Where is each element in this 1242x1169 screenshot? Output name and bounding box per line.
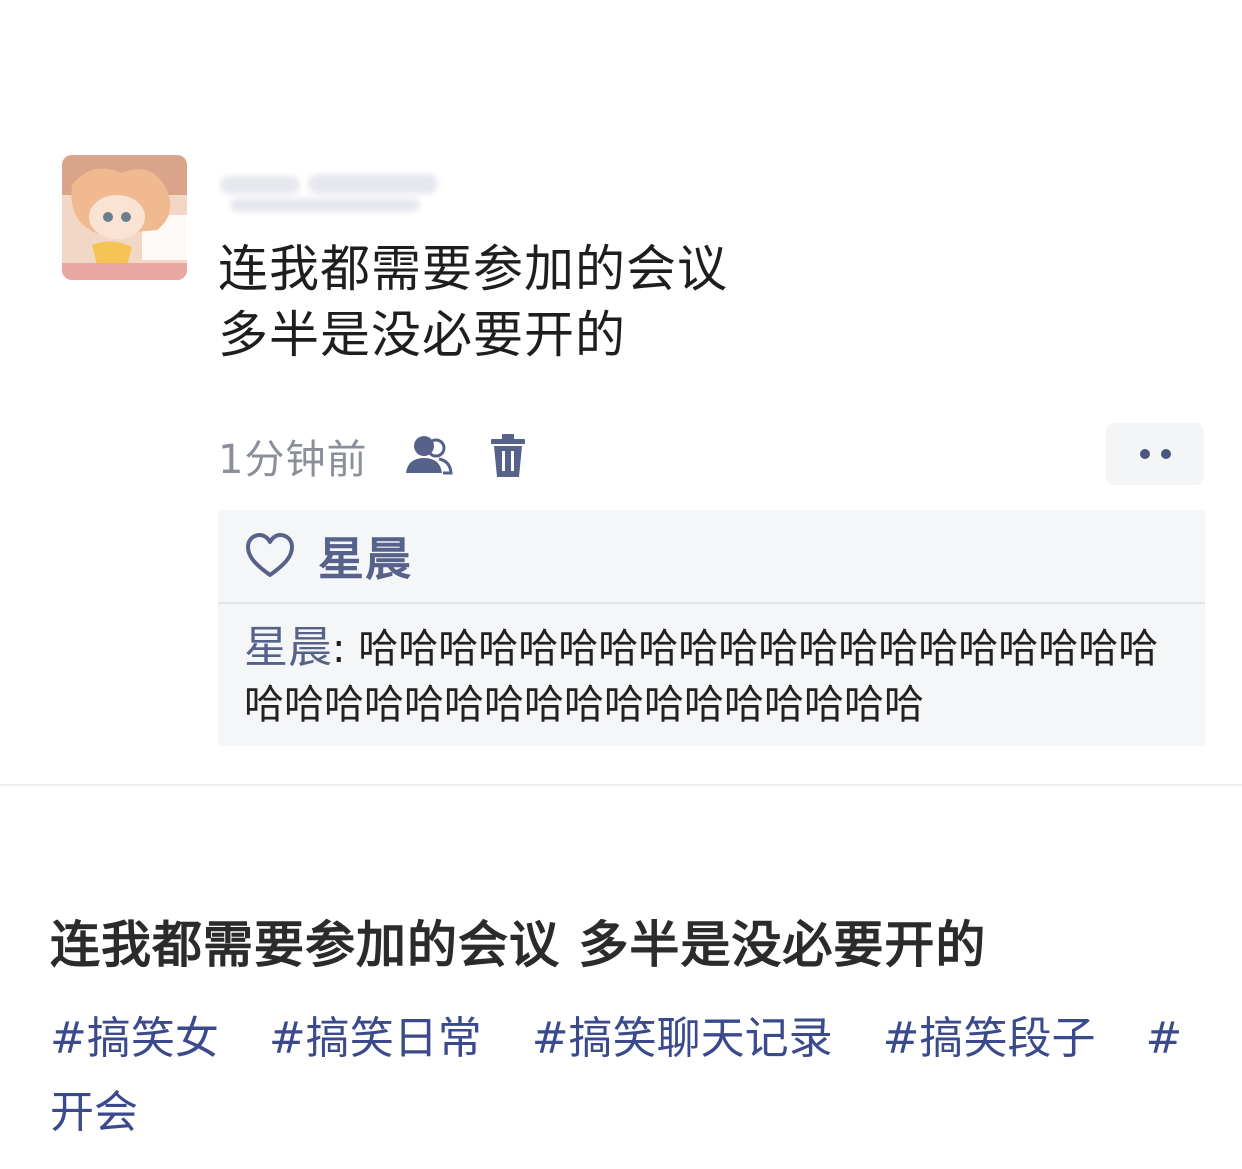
avatar[interactable]	[62, 155, 187, 280]
tag-link[interactable]: #搞笑女	[50, 1013, 219, 1064]
likes-row: 星晨	[218, 510, 1205, 602]
timestamp: 1分钟前	[218, 437, 368, 483]
anime-girl-avatar-icon	[62, 155, 187, 280]
username-blurred	[220, 172, 450, 216]
trash-icon[interactable]	[483, 431, 533, 481]
more-dots-icon	[1139, 449, 1150, 459]
post-text-line-1: 连我都需要参加的会议	[218, 240, 728, 298]
comment-separator: :	[332, 626, 359, 672]
tag-link[interactable]: #搞笑日常	[269, 1013, 482, 1064]
tag-link[interactable]: #搞笑段子	[883, 1013, 1096, 1064]
caption-title: 连我都需要参加的会议 多半是没必要开的	[50, 916, 987, 974]
divider	[218, 602, 1205, 604]
tag-list: #搞笑女 #搞笑日常 #搞笑聊天记录 #搞笑段子 #开会	[50, 1002, 1210, 1150]
comment-item[interactable]: 星晨: 哈哈哈哈哈哈哈哈哈哈哈哈哈哈哈哈哈哈哈哈哈哈哈哈哈哈哈哈哈哈哈哈哈哈哈哈…	[244, 620, 1194, 733]
heart-icon	[244, 530, 296, 582]
tag-link[interactable]: #搞笑聊天记录	[532, 1013, 833, 1064]
likes-comments-box: 星晨 星晨: 哈哈哈哈哈哈哈哈哈哈哈哈哈哈哈哈哈哈哈哈哈哈哈哈哈哈哈哈哈哈哈哈哈…	[218, 510, 1205, 746]
post-meta: 1分钟前	[218, 428, 533, 484]
more-button[interactable]	[1106, 423, 1204, 485]
moments-post: 连我都需要参加的会议 多半是没必要开的 1分钟前 星晨 星晨: 哈哈哈哈哈哈哈哈…	[0, 0, 1242, 785]
section-divider	[0, 784, 1242, 786]
comment-author[interactable]: 星晨	[244, 622, 332, 673]
comment-text: 哈哈哈哈哈哈哈哈哈哈哈哈哈哈哈哈哈哈哈哈哈哈哈哈哈哈哈哈哈哈哈哈哈哈哈哈哈	[244, 626, 1159, 728]
post-text-line-2: 多半是没必要开的	[218, 306, 626, 364]
like-user-name[interactable]: 星晨	[318, 523, 412, 589]
people-icon[interactable]	[403, 431, 454, 481]
post-text: 连我都需要参加的会议 多半是没必要开的	[218, 236, 1118, 368]
more-dots-icon	[1160, 449, 1171, 459]
